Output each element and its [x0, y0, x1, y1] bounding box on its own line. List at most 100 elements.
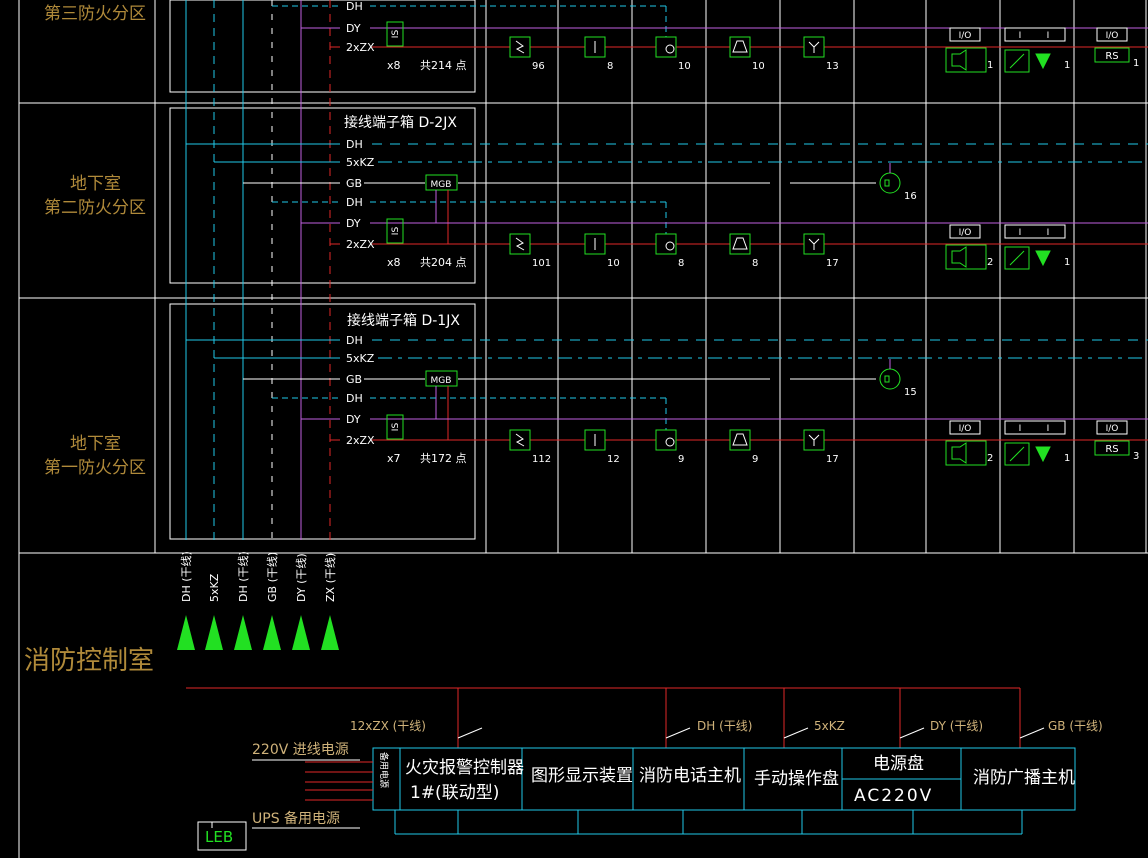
sounder-glyph: [951, 246, 967, 268]
trunk-label-1: 5xKZ: [208, 573, 221, 602]
zone-z2-line-label-2: GB: [346, 177, 362, 190]
switch-glyph: [1009, 250, 1025, 266]
valve-icon: [1035, 446, 1051, 463]
input-module-pair: [1004, 420, 1066, 435]
total-points: 共214 点: [420, 59, 467, 72]
zone-z3: DH DY 2xZX IS x8 共214 点 96 8 10 10 13 I/O 1 I I 1 I/O RS 1: [272, 0, 1148, 73]
valve-icon: [1035, 53, 1051, 70]
io-rs-label: I/O: [1106, 31, 1119, 41]
control-room-title: 消防控制室: [24, 646, 155, 676]
zone-z2-line-label-1: 5xKZ: [346, 156, 375, 169]
rs-count: 1: [1133, 58, 1139, 69]
zone-z2-line-label-4: DY: [346, 217, 361, 230]
lead-tick-2: [783, 727, 809, 739]
rs-count: 3: [1133, 451, 1139, 462]
trunk-label-0: DH (干线): [179, 551, 193, 602]
manual-alarm-icon: [729, 36, 751, 58]
zone-z1-label-1: 地下室: [70, 434, 121, 454]
sounder-count: 2: [987, 257, 993, 268]
manual-alarm-icon-count: 8: [752, 258, 758, 269]
isolator-label: IS: [391, 423, 401, 432]
vertical-trunks: [185, 0, 331, 540]
module-count: x7: [387, 452, 401, 465]
lead-tick-4: [1019, 727, 1045, 739]
leb-label: LEB: [205, 828, 233, 846]
panel-5-line1: 电源盘: [873, 754, 924, 774]
input-2-label: I: [1047, 424, 1050, 434]
module-count: x8: [387, 59, 401, 72]
zone-z2-label-1: 地下室: [70, 174, 121, 194]
zone-z3-line-label-2: 2xZX: [346, 41, 375, 54]
total-points: 共204 点: [420, 256, 467, 269]
panel-1-line1: 火灾报警控制器: [405, 758, 524, 778]
hydrant-button-icon-count: 10: [678, 61, 691, 72]
smoke-detector-icon-count: 112: [532, 454, 551, 465]
power-main-label: 220V 进线电源: [252, 742, 349, 758]
sprinkler-icon-count: 13: [826, 61, 839, 72]
sounder-count: 1: [987, 60, 993, 71]
junction-box-z3: [169, 0, 476, 93]
lead-label-3: DY (干线): [930, 719, 983, 733]
input-2-label: I: [1047, 228, 1050, 238]
speaker-body: [884, 179, 890, 187]
trunk-arrow-2: [234, 615, 252, 650]
zone-z1-line-label-1: 5xKZ: [346, 352, 375, 365]
lead-label-2: 5xKZ: [814, 719, 845, 733]
panel-4-label: 手动操作盘: [754, 769, 839, 789]
manual-alarm-icon-count: 10: [752, 61, 765, 72]
speaker-icon: [879, 172, 901, 194]
io-module-1-label: I/O: [959, 228, 972, 238]
junction-box-title-z1: 接线端子箱 D-1JX: [347, 313, 460, 329]
zone-z3-label-2: 第三防火分区: [44, 4, 146, 24]
rs-label: RS: [1105, 51, 1118, 62]
hydrant-button-icon-count: 9: [678, 454, 684, 465]
sprinkler-icon-count: 17: [826, 454, 839, 465]
trunk-label-3: GB (干线): [265, 552, 279, 602]
valve-count: 1: [1064, 257, 1070, 268]
hydrant-button-icon-count: 8: [678, 258, 684, 269]
sounder-glyph: [951, 49, 967, 71]
total-points: 共172 点: [420, 452, 467, 465]
trunk-label-4: DY (干线): [294, 553, 308, 602]
sprinkler-icon-count: 17: [826, 258, 839, 269]
panel-6-label: 消防广播主机: [973, 768, 1075, 788]
control-room: DH (干线) 5xKZ DH (干线) GB (干线) DY (干线) ZX (干线) 1…: [177, 551, 1103, 851]
zone-z3-line-label-1: DY: [346, 22, 361, 35]
trunk-arrow-3: [263, 615, 281, 650]
manual-alarm-icon: [729, 429, 751, 451]
input-1-label: I: [1019, 31, 1022, 41]
speaker-count: 16: [904, 191, 917, 202]
trunk-arrow-0: [177, 615, 195, 650]
zone-z1-label-2: 第一防火分区: [44, 458, 146, 478]
zone-z2-line-label-5: 2xZX: [346, 238, 375, 251]
isolator-label: IS: [391, 227, 401, 236]
power-ups-label: UPS 备用电源: [252, 810, 340, 827]
zone-z1-line-label-3: DH: [346, 392, 363, 405]
junction-box-z1: [169, 303, 476, 540]
zone-z1-line-label-4: DY: [346, 413, 361, 426]
speaker-icon: [879, 368, 901, 390]
heat-detector-icon-count: 12: [607, 454, 620, 465]
panel-5-line2: AC220V: [854, 786, 934, 806]
zone-z1-line-label-0: DH: [346, 334, 363, 347]
input-2-label: I: [1047, 31, 1050, 41]
panel-side-label: 备用电源: [378, 752, 390, 788]
speaker-count: 15: [904, 387, 917, 398]
switch-glyph: [1009, 53, 1025, 69]
smoke-detector-icon-count: 101: [532, 258, 551, 269]
trunk-arrow-4: [292, 615, 310, 650]
trunk-label-5: ZX (干线): [323, 553, 337, 602]
trunk-label-2: DH (干线): [236, 551, 250, 602]
smoke-detector-icon-count: 96: [532, 61, 545, 72]
trunk-arrow-1: [205, 615, 223, 650]
heat-detector-icon-count: 10: [607, 258, 620, 269]
valve-icon: [1035, 250, 1051, 267]
junction-box-title-z2: 接线端子箱 D-2JX: [344, 115, 457, 131]
zone-z2-line-label-3: DH: [346, 196, 363, 209]
manual-alarm-icon-count: 9: [752, 454, 758, 465]
fire-alarm-system-diagram: DHDY2xZXISx8 共214 点 96 8 10 10 13I/O1I I1I/ORS1…: [18, 0, 1148, 858]
panel-3-label: 消防电话主机: [639, 766, 741, 786]
io-module-1-label: I/O: [959, 31, 972, 41]
zone-z1-line-label-5: 2xZX: [346, 434, 375, 447]
zone-z2-label-2: 第二防火分区: [44, 198, 146, 218]
